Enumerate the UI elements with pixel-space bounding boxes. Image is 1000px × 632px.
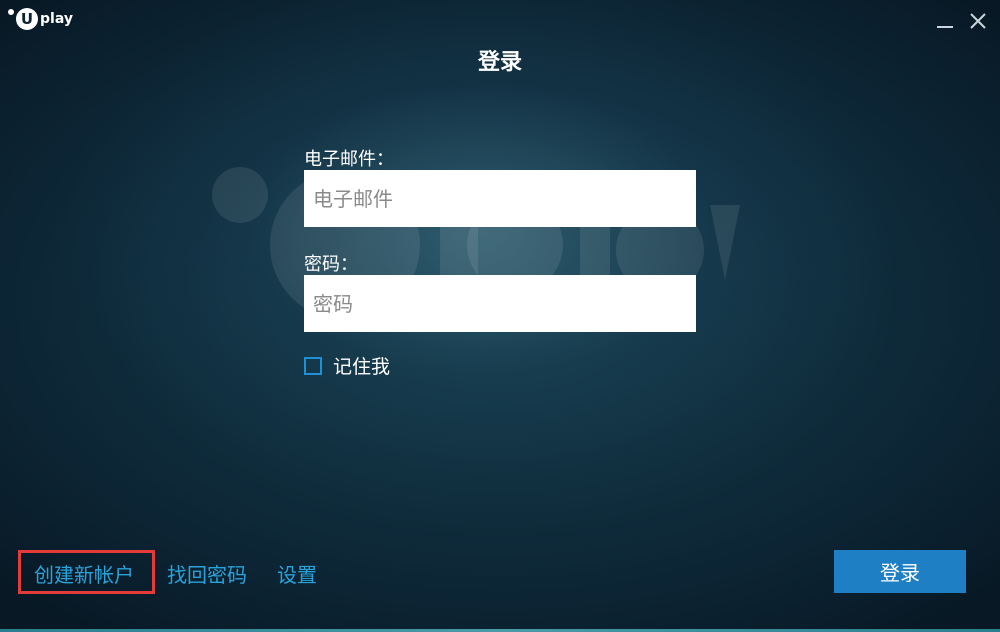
login-button[interactable]: 登录	[834, 550, 966, 593]
recover-password-link[interactable]: 找回密码	[167, 559, 247, 588]
uplay-logo: U play	[8, 8, 73, 30]
logo-dot	[8, 9, 14, 15]
minimize-icon	[937, 26, 953, 28]
minimize-button[interactable]	[934, 10, 956, 32]
remember-me-toggle[interactable]: 记住我	[304, 352, 390, 379]
remember-me-label: 记住我	[333, 356, 391, 378]
password-field[interactable]	[304, 275, 696, 332]
logo-text: play	[40, 11, 73, 27]
page-title: 登录	[477, 49, 522, 75]
create-account-link[interactable]: 创建新帐户	[34, 559, 134, 588]
login-window: U play 登录 电子邮件： 密码： 记住我 创建新帐户 找回密码 设置 登录	[0, 0, 1000, 632]
email-field[interactable]	[304, 170, 696, 227]
remember-me-checkbox[interactable]	[304, 356, 322, 375]
logo-circle: U	[16, 8, 38, 30]
close-icon	[970, 13, 986, 29]
close-button[interactable]	[967, 10, 989, 32]
settings-link[interactable]: 设置	[277, 559, 317, 588]
password-label: 密码：	[304, 254, 358, 275]
email-label: 电子邮件：	[304, 149, 394, 170]
